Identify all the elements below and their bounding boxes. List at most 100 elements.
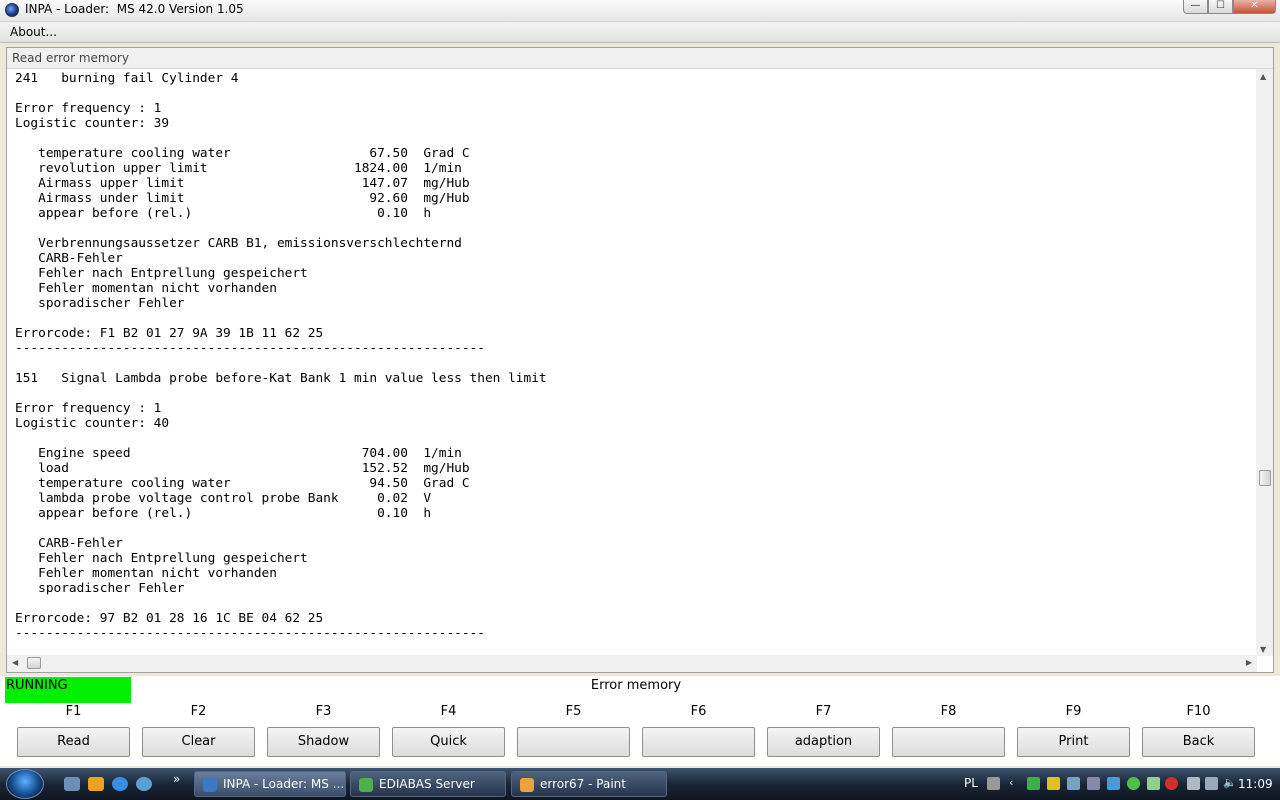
- text-line: CARB-Fehler: [15, 536, 123, 551]
- fkey-button-f7[interactable]: adaption: [767, 727, 880, 757]
- taskbar-button[interactable]: EDIABAS Server: [350, 771, 506, 797]
- antivirus-icon[interactable]: [1165, 777, 1178, 790]
- text-line: Engine speed 704.00 1/min: [15, 446, 462, 461]
- menu-bar: About...: [0, 22, 1280, 43]
- media-player-icon[interactable]: [88, 777, 104, 791]
- fkey-label-f9: F9: [1065, 704, 1082, 719]
- keyboard-icon[interactable]: [987, 777, 1000, 790]
- task-app-icon: [203, 777, 217, 792]
- fkey-label-f10: F10: [1186, 704, 1211, 719]
- quicklaunch-chevron-icon[interactable]: »: [173, 772, 180, 786]
- fkey-button-f10[interactable]: Back: [1142, 727, 1255, 757]
- language-indicator[interactable]: PL: [964, 776, 978, 790]
- security-icon[interactable]: [1047, 777, 1060, 790]
- battery-icon[interactable]: [1187, 777, 1200, 790]
- text-line: [15, 356, 1255, 371]
- text-line: Airmass upper limit 147.07 mg/Hub: [15, 176, 470, 191]
- volume-icon[interactable]: 🔈: [1223, 776, 1237, 789]
- taskbar-button[interactable]: INPA - Loader: MS ...: [194, 771, 346, 797]
- fkey-label-f3: F3: [315, 704, 332, 719]
- network-tray-icon[interactable]: [1027, 777, 1040, 790]
- status-area: RUNNING Error memory F1 Read F2 Clear F3 Shad…: [0, 676, 1280, 766]
- task-label: INPA - Loader: MS ...: [223, 777, 345, 791]
- fkey-button-f3[interactable]: Shadow: [267, 727, 380, 757]
- text-line: Airmass under limit 92.60 mg/Hub: [15, 191, 470, 206]
- minimize-button[interactable]: —: [1183, 0, 1208, 14]
- clock[interactable]: 11:09: [1238, 777, 1273, 791]
- text-line: temperature cooling water 94.50 Grad C: [15, 476, 470, 491]
- scroll-right-icon[interactable]: ▶: [1246, 658, 1252, 667]
- vertical-scrollbar[interactable]: ▲ ▼: [1256, 69, 1273, 656]
- text-line: [15, 86, 1255, 101]
- text-line: Logistic counter: 40: [15, 416, 170, 431]
- taskbar-button[interactable]: error67 - Paint: [511, 771, 667, 797]
- fkey-label-f8: F8: [940, 704, 957, 719]
- text-line: [15, 596, 1255, 611]
- task-app-icon: [520, 777, 534, 792]
- text-line: Fehler nach Entprellung gespeichert: [15, 551, 308, 566]
- horizontal-scrollbar[interactable]: ◀ ▶: [7, 655, 1257, 672]
- device-icon[interactable]: [1087, 777, 1100, 790]
- text-line: CARB-Fehler: [15, 251, 123, 266]
- internet-explorer-icon[interactable]: [112, 777, 128, 791]
- fkey-button-f9[interactable]: Print: [1017, 727, 1130, 757]
- update-icon[interactable]: [1127, 777, 1140, 790]
- network-connection-icon[interactable]: [1205, 777, 1218, 790]
- panel-title: Read error memory: [12, 51, 129, 65]
- start-button[interactable]: [6, 769, 44, 799]
- text-line: revolution upper limit 1824.00 1/min: [15, 161, 462, 176]
- tray-expand-icon[interactable]: ‹: [1009, 776, 1017, 789]
- show-desktop-icon[interactable]: [64, 777, 80, 791]
- fkey-button-f4[interactable]: Quick: [392, 727, 505, 757]
- scroll-left-icon[interactable]: ◀: [12, 658, 18, 667]
- fkey-label-f2: F2: [190, 704, 207, 719]
- text-line: Errorcode: 97 B2 01 28 16 1C BE 04 62 25: [15, 611, 324, 626]
- fkey-button-f1[interactable]: Read: [17, 727, 130, 757]
- search-icon[interactable]: [136, 777, 152, 791]
- fkey-button-f2[interactable]: Clear: [142, 727, 255, 757]
- text-line: sporadischer Fehler: [15, 581, 185, 596]
- fkey-button-f8[interactable]: [892, 727, 1005, 757]
- text-line: Fehler momentan nicht vorhanden: [15, 566, 277, 581]
- text-line: Fehler momentan nicht vorhanden: [15, 281, 277, 296]
- text-line: ----------------------------------------…: [15, 626, 485, 641]
- text-line: [15, 431, 1255, 446]
- text-line: appear before (rel.) 0.10 h: [15, 506, 432, 521]
- error-text-area[interactable]: 241 burning fail Cylinder 4 Error frequen…: [15, 71, 1255, 655]
- fkey-button-f6[interactable]: [642, 727, 755, 757]
- text-line: [15, 221, 1255, 236]
- taskbar: » INPA - Loader: MS ... EDIABAS Server err…: [0, 768, 1280, 800]
- text-line: Error frequency : 1: [15, 101, 162, 116]
- fkey-button-f5[interactable]: [517, 727, 630, 757]
- text-line: temperature cooling water 67.50 Grad C: [15, 146, 470, 161]
- text-line: 151 Signal Lambda probe before-Kat Bank …: [15, 371, 547, 386]
- vertical-scroll-thumb[interactable]: [1259, 470, 1271, 486]
- task-label: error67 - Paint: [540, 777, 626, 791]
- horizontal-scroll-thumb[interactable]: [27, 657, 41, 669]
- panel-header: Read error memory: [7, 48, 1273, 69]
- window-controls: — ☐ ✕: [1183, 0, 1276, 15]
- scroll-up-icon[interactable]: ▲: [1260, 72, 1266, 81]
- tools-icon[interactable]: [1067, 777, 1080, 790]
- error-memory-panel: Read error memory 241 burning fail Cylin…: [6, 47, 1274, 673]
- text-line: Fehler nach Entprellung gespeichert: [15, 266, 308, 281]
- text-line: Verbrennungsaussetzer CARB B1, emissions…: [15, 236, 462, 251]
- bluetooth-icon[interactable]: [1107, 777, 1120, 790]
- close-button[interactable]: ✕: [1233, 0, 1276, 14]
- menu-about[interactable]: About...: [10, 25, 57, 39]
- window-title: INPA - Loader: MS 42.0 Version 1.05: [25, 2, 244, 16]
- app-icon: [5, 3, 19, 17]
- task-app-icon: [359, 777, 373, 792]
- title-bar: INPA - Loader: MS 42.0 Version 1.05 — ☐ …: [0, 0, 1280, 22]
- maximize-button[interactable]: ☐: [1208, 0, 1233, 14]
- text-line: sporadischer Fehler: [15, 296, 185, 311]
- text-line: load 152.52 mg/Hub: [15, 461, 470, 476]
- check-icon[interactable]: [1147, 777, 1160, 790]
- fkey-label-f1: F1: [65, 704, 82, 719]
- scroll-down-icon[interactable]: ▼: [1260, 645, 1266, 654]
- text-line: ----------------------------------------…: [15, 341, 485, 356]
- text-line: appear before (rel.) 0.10 h: [15, 206, 432, 221]
- text-line: [15, 131, 1255, 146]
- text-line: [15, 521, 1255, 536]
- fkey-label-f7: F7: [815, 704, 832, 719]
